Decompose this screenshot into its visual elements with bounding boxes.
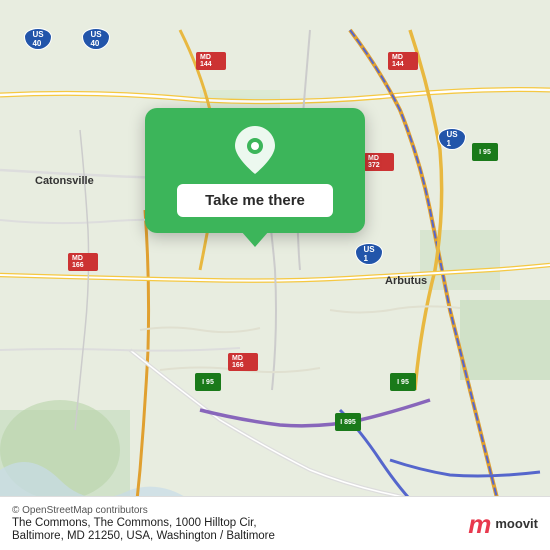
map-container: Catonsville Arbutus US40 US40 MD 144 MD … <box>0 0 550 550</box>
location-pin-icon <box>231 126 279 174</box>
bottom-bar: © OpenStreetMap contributors The Commons… <box>0 496 550 550</box>
take-me-there-button[interactable]: Take me there <box>177 184 333 217</box>
popup-card: Take me there <box>145 108 365 233</box>
address-line1: The Commons, The Commons, 1000 Hilltop C… <box>12 517 275 529</box>
moovit-m-letter: m <box>468 511 491 537</box>
address-info: © OpenStreetMap contributors The Commons… <box>12 505 275 542</box>
moovit-logo: m moovit <box>468 511 538 537</box>
copyright-text: © OpenStreetMap contributors <box>12 505 275 516</box>
address-line2: Baltimore, MD 21250, USA, Washington / B… <box>12 530 275 542</box>
map-roads <box>0 0 550 550</box>
moovit-wordmark: moovit <box>495 516 538 531</box>
